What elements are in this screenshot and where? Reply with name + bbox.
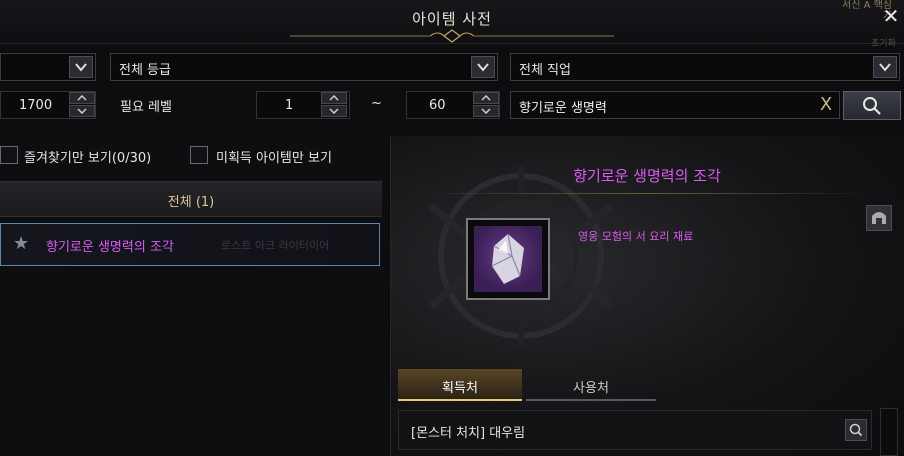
source-label: [몬스터 처치] 대우림 [411, 426, 526, 441]
favorites-only-checkbox[interactable] [0, 146, 18, 164]
class-dropdown[interactable]: 전체 직업 [510, 53, 900, 81]
close-button[interactable]: ✕ [880, 4, 902, 28]
search-icon [863, 97, 881, 115]
grade-dropdown-label: 전체 등급 [119, 63, 171, 78]
level-max-stepper[interactable] [473, 92, 499, 118]
list-item-background-text: 로스트 아크 라이터이어 [221, 239, 330, 252]
level-range-separator: ~ [371, 96, 382, 111]
item-detail-title: 향기로운 생명력의 조각 [573, 167, 721, 185]
window-title: 아이템 사전 [412, 10, 492, 28]
level-min-value: 1 [285, 98, 294, 113]
level-max-field[interactable]: 60 [406, 91, 500, 119]
item-level-stepper[interactable] [69, 92, 95, 118]
scrollbar[interactable] [880, 408, 898, 456]
stepper-up-icon[interactable] [473, 92, 499, 104]
tab-usage[interactable]: 사용처 [526, 369, 656, 401]
search-icon[interactable] [845, 419, 867, 441]
level-min-field[interactable]: 1 [256, 91, 350, 119]
stepper-down-icon[interactable] [69, 105, 95, 117]
title-ornament [290, 29, 614, 43]
item-description: 영웅 모험의 서 요리 재료 [578, 230, 694, 243]
category-dropdown[interactable] [0, 53, 96, 81]
tab-acquisition[interactable]: 획득처 [398, 369, 522, 401]
chevron-down-icon[interactable] [471, 56, 495, 78]
unobtained-only-checkbox[interactable] [190, 146, 208, 164]
item-level-value: 1700 [19, 98, 53, 113]
chevron-down-icon[interactable] [873, 56, 897, 78]
class-dropdown-label: 전체 직업 [519, 63, 571, 78]
required-level-label: 필요 레벨 [120, 100, 172, 115]
list-header-label: 전체 (1) [167, 195, 215, 210]
chevron-down-icon[interactable] [69, 56, 93, 78]
tab-acquisition-label: 획득처 [442, 381, 478, 396]
stepper-down-icon[interactable] [321, 105, 347, 117]
item-level-field[interactable]: 1700 [0, 91, 96, 119]
favorite-star-icon[interactable]: ★ [13, 233, 29, 254]
corner-sub-label: 초기화 [871, 39, 896, 49]
level-min-stepper[interactable] [321, 92, 347, 118]
list-item-label: 향기로운 생명력의 조각 [46, 240, 174, 255]
favorites-only-label: 즐겨찾기만 보기(0/30) [24, 151, 152, 166]
level-max-value: 60 [429, 98, 446, 113]
unobtained-only-label: 미획득 아이템만 보기 [216, 151, 332, 166]
stepper-up-icon[interactable] [69, 92, 95, 104]
crystal-gem-icon [491, 233, 524, 284]
search-button[interactable] [843, 91, 901, 120]
search-input-value: 향기로운 생명력 [519, 101, 607, 116]
list-header[interactable]: 전체 (1) [0, 181, 382, 217]
stepper-up-icon[interactable] [321, 92, 347, 104]
tab-usage-label: 사용처 [573, 381, 609, 396]
clear-search-icon[interactable]: X [815, 93, 837, 117]
item-icon [474, 226, 542, 292]
list-item[interactable]: ★ 로스트 아크 라이터이어 향기로운 생명력의 조각 [0, 223, 380, 266]
title-divider [420, 193, 870, 194]
source-list-item[interactable]: [몬스터 처치] 대우림 [398, 410, 872, 450]
grade-dropdown[interactable]: 전체 등급 [110, 53, 498, 81]
stepper-down-icon[interactable] [473, 105, 499, 117]
search-input[interactable]: 향기로운 생명력 X [510, 91, 840, 119]
helmet-icon[interactable] [866, 205, 892, 231]
